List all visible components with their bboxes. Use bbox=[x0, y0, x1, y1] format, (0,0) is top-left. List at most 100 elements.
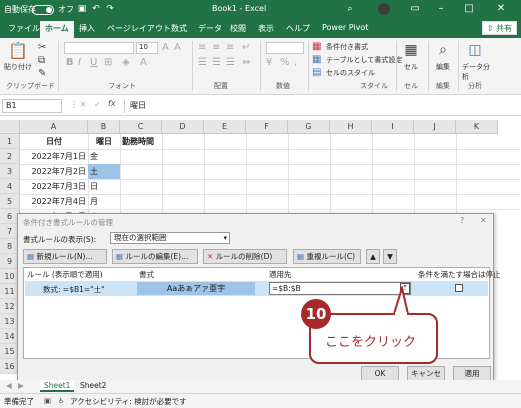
border-icon[interactable]: ⊞ bbox=[104, 57, 112, 69]
paste-icon[interactable]: 📋 bbox=[8, 42, 28, 60]
name-box[interactable]: B1 bbox=[2, 99, 62, 113]
column-header[interactable]: C bbox=[120, 120, 162, 134]
editing-button[interactable]: 編集 bbox=[436, 62, 450, 72]
tab-power-pivot[interactable]: Power Pivot bbox=[322, 23, 368, 32]
status-accessibility[interactable]: アクセシビリティ: 検討が必要です bbox=[70, 396, 187, 407]
column-header[interactable]: K bbox=[456, 120, 498, 134]
duplicate-rule-button[interactable]: ▦ 重複ルール(C) bbox=[293, 249, 361, 264]
cell-B1[interactable]: 曜日 bbox=[88, 134, 120, 149]
accessibility-icon[interactable]: ♿ bbox=[58, 396, 65, 405]
tab-home[interactable]: ホーム bbox=[40, 21, 74, 38]
column-header[interactable]: E bbox=[204, 120, 246, 134]
tab-review[interactable]: 校閲 bbox=[230, 23, 246, 34]
column-header[interactable]: F bbox=[246, 120, 288, 134]
column-header[interactable]: A bbox=[20, 120, 88, 134]
help-icon[interactable]: ? bbox=[460, 216, 464, 225]
tab-help[interactable]: ヘルプ bbox=[286, 23, 310, 34]
fx-icon[interactable]: fx bbox=[108, 99, 116, 108]
column-header[interactable]: D bbox=[162, 120, 204, 134]
move-down-button[interactable]: ▼ bbox=[383, 249, 397, 264]
move-up-button[interactable]: ▲ bbox=[366, 249, 380, 264]
show-rules-select[interactable]: 現在の選択範囲 ▾ bbox=[110, 232, 230, 244]
format-painter-icon[interactable]: ✎ bbox=[38, 68, 46, 80]
column-header[interactable]: H bbox=[330, 120, 372, 134]
minimize-icon[interactable]: – bbox=[430, 2, 452, 16]
cell-C1[interactable]: 勤務時間 bbox=[120, 134, 162, 149]
column-header[interactable]: I bbox=[372, 120, 414, 134]
cell-A2[interactable]: 2022年7月1日 bbox=[20, 149, 88, 164]
conditional-format-button[interactable]: 条件付き書式 bbox=[326, 42, 368, 52]
align-right-icon[interactable]: ☰ bbox=[226, 57, 235, 69]
cells-icon[interactable]: ▦ bbox=[402, 42, 420, 58]
rule-row[interactable]: 数式: =$B1="土" Aaあぁアァ亜宇 =$B:$B ⇡ bbox=[25, 281, 488, 296]
data-analysis-button[interactable]: データ分析 bbox=[462, 62, 490, 82]
row-header[interactable]: 4 bbox=[0, 179, 20, 194]
new-rule-button[interactable]: ▦ 新規ルール(N)... bbox=[23, 249, 107, 264]
edit-rule-button[interactable]: ▦ ルールの編集(E)... bbox=[112, 249, 198, 264]
enter-icon[interactable]: ✓ bbox=[94, 100, 101, 109]
cell-style-button[interactable]: セルのスタイル bbox=[326, 68, 375, 78]
avatar[interactable] bbox=[378, 3, 390, 15]
currency-icon[interactable]: ¥ bbox=[266, 57, 272, 69]
underline-icon[interactable]: U bbox=[90, 57, 97, 69]
cell-B5[interactable]: 月 bbox=[88, 194, 120, 209]
fill-color-icon[interactable]: ◈ bbox=[122, 57, 130, 69]
undo-icon[interactable]: ↶ bbox=[90, 3, 102, 15]
table-format-icon[interactable]: ▦ bbox=[312, 54, 321, 66]
cell-A4[interactable]: 2022年7月3日 bbox=[20, 179, 88, 194]
cancel-icon[interactable]: ✕ bbox=[80, 100, 87, 109]
align-center-icon[interactable]: ☰ bbox=[212, 57, 221, 69]
save-icon[interactable]: ▣ bbox=[76, 3, 88, 15]
cell-B3[interactable]: 土 bbox=[88, 164, 120, 179]
comma-icon[interactable]: , bbox=[294, 57, 297, 69]
align-bottom-icon[interactable]: ≡ bbox=[226, 42, 234, 54]
conditional-format-icon[interactable]: ▦ bbox=[312, 41, 321, 53]
dialog-close-icon[interactable]: ✕ bbox=[480, 216, 487, 225]
stop-if-true-checkbox[interactable] bbox=[455, 284, 463, 292]
bold-icon[interactable]: B bbox=[66, 57, 74, 69]
cell-B2[interactable]: 金 bbox=[88, 149, 120, 164]
number-format-select[interactable] bbox=[266, 42, 304, 54]
ribbon-display-icon[interactable]: ▭ bbox=[404, 2, 426, 16]
editing-icon[interactable]: ⌕ bbox=[434, 42, 452, 58]
autosave-toggle[interactable] bbox=[32, 5, 54, 15]
tab-data[interactable]: データ bbox=[198, 23, 222, 34]
align-middle-icon[interactable]: ≡ bbox=[212, 42, 220, 54]
cell-A1[interactable]: 日付 bbox=[20, 134, 88, 149]
percent-icon[interactable]: % bbox=[280, 57, 290, 69]
delete-rule-button[interactable]: ✕ ルールの削除(D) bbox=[203, 249, 287, 264]
close-icon[interactable]: ✕ bbox=[490, 2, 512, 16]
tab-page-layout[interactable]: ページレイアウト bbox=[107, 23, 171, 34]
cells-button[interactable]: セル bbox=[404, 62, 418, 72]
cut-icon[interactable]: ✂ bbox=[38, 42, 46, 54]
table-format-button[interactable]: テーブルとして書式設定 bbox=[326, 55, 402, 65]
cell-A5[interactable]: 2022年7月4日 bbox=[20, 194, 88, 209]
column-header[interactable]: G bbox=[288, 120, 330, 134]
select-all[interactable] bbox=[0, 120, 20, 134]
font-size-select[interactable]: 10 bbox=[136, 42, 158, 54]
share-button[interactable]: ⇧ 共有 bbox=[481, 21, 517, 35]
macro-record-icon[interactable]: ▣ bbox=[44, 396, 51, 405]
copy-icon[interactable]: ⧉ bbox=[38, 55, 45, 67]
cell-style-icon[interactable]: ▤ bbox=[312, 67, 321, 79]
italic-icon[interactable]: I bbox=[78, 57, 81, 69]
font-name-select[interactable] bbox=[64, 42, 134, 54]
grow-font-icon[interactable]: A bbox=[162, 42, 169, 54]
formula-input[interactable]: 曜日 bbox=[130, 100, 146, 111]
font-color-icon[interactable]: A bbox=[140, 57, 147, 69]
shrink-font-icon[interactable]: A bbox=[174, 42, 181, 54]
row-header[interactable]: 3 bbox=[0, 164, 20, 179]
paste-label[interactable]: 貼り付け bbox=[4, 62, 32, 72]
wrap-text-icon[interactable]: ↵ bbox=[242, 42, 250, 54]
data-analysis-icon[interactable]: ◫ bbox=[466, 42, 484, 58]
column-header[interactable]: B bbox=[88, 120, 120, 134]
maximize-icon[interactable]: □ bbox=[458, 2, 480, 16]
search-icon[interactable]: ⌕ bbox=[344, 3, 356, 15]
tab-insert[interactable]: 挿入 bbox=[79, 23, 95, 34]
redo-icon[interactable]: ↷ bbox=[104, 3, 116, 15]
merge-icon[interactable]: ⇔ bbox=[242, 57, 250, 69]
sheet-nav-right-icon[interactable]: ▶ bbox=[14, 380, 28, 392]
row-header[interactable]: 2 bbox=[0, 149, 20, 164]
column-header[interactable]: J bbox=[414, 120, 456, 134]
sheet-tab-1[interactable]: Sheet1 bbox=[40, 380, 75, 392]
